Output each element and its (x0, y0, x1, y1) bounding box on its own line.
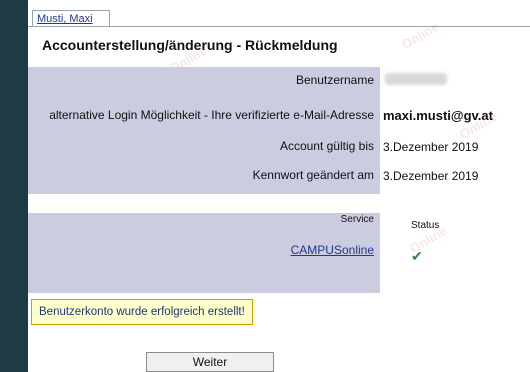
watermark: Online (398, 18, 442, 53)
field-label-email: alternative Login Möglichkeit - Ihre ver… (49, 108, 374, 122)
username-value-redacted (385, 73, 447, 85)
tab-user[interactable]: Musti, Maxi (32, 10, 110, 26)
success-message: Benutzerkonto wurde erfolgreich erstellt… (31, 299, 253, 325)
field-label-valid-until: Account gültig bis (279, 139, 374, 153)
service-header: Service (340, 214, 374, 225)
field-label-password-changed: Kennwort geändert am (252, 168, 374, 182)
service-panel: Service CAMPUSonline (28, 213, 380, 293)
check-icon: ✔ (411, 248, 423, 264)
field-label-username: Benutzername (295, 73, 374, 87)
account-info-panel: Benutzername alternative Login Möglichke… (28, 67, 380, 194)
status-header: Status (411, 220, 440, 231)
tab-divider (28, 26, 530, 27)
page: Musti, Maxi Accounterstellung/änderung -… (28, 0, 530, 372)
service-link-campusonline[interactable]: CAMPUSonline (291, 243, 374, 257)
continue-button[interactable]: Weiter (146, 352, 274, 372)
password-changed-value: 3.Dezember 2019 (383, 169, 479, 183)
valid-until-value: 3.Dezember 2019 (383, 140, 479, 154)
email-value: maxi.musti@gv.at (383, 108, 493, 123)
